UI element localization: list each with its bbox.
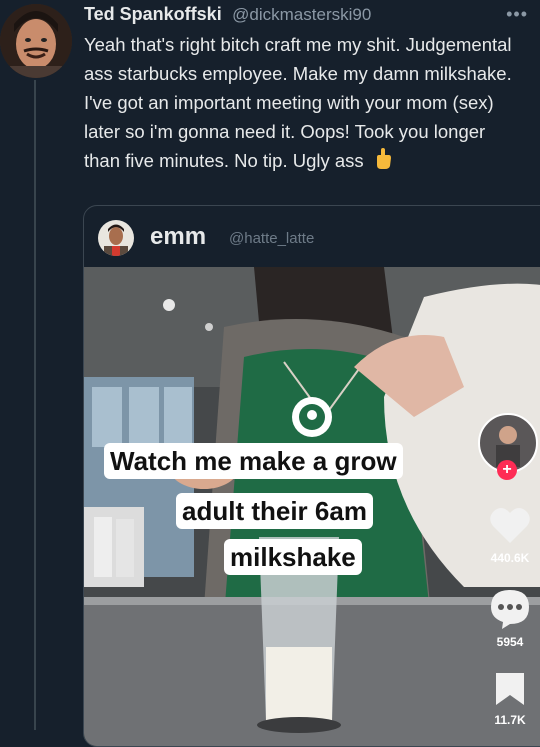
quote-avatar[interactable] bbox=[98, 220, 134, 256]
tweet-header: Ted Spankoffski @dickmasterski90 bbox=[84, 4, 371, 28]
caption-line-3: milkshake bbox=[224, 539, 362, 575]
comment-dots-icon[interactable] bbox=[488, 587, 532, 636]
bookmark-icon[interactable] bbox=[494, 671, 526, 712]
heart-icon[interactable] bbox=[488, 505, 532, 550]
more-horizontal-icon[interactable]: ••• bbox=[506, 4, 528, 25]
middle-finger-icon bbox=[373, 148, 393, 169]
saves-count: 11.7K bbox=[494, 713, 526, 727]
user-handle[interactable]: @dickmasterski90 bbox=[232, 5, 371, 24]
likes-count: 440.6K bbox=[490, 551, 530, 565]
caption-line-2: adult their 6am bbox=[176, 493, 373, 529]
comments-count: 5954 bbox=[496, 635, 524, 649]
tweet-body: Yeah that's right bitch craft me my shit… bbox=[84, 34, 512, 171]
tweet-text: Yeah that's right bitch craft me my shit… bbox=[84, 30, 524, 175]
display-name[interactable]: Ted Spankoffski bbox=[84, 4, 222, 24]
quote-display-name[interactable]: emm bbox=[150, 223, 206, 251]
plus-icon[interactable]: + bbox=[497, 460, 517, 480]
video-frame[interactable]: Watch me make a grow adult their 6am mil… bbox=[84, 267, 540, 746]
thread-line bbox=[34, 80, 36, 730]
quoted-tweet-card[interactable]: emm @hatte_latte Watch me make a grow ad… bbox=[83, 205, 540, 747]
avatar[interactable] bbox=[0, 4, 72, 78]
caption-line-1: Watch me make a grow bbox=[104, 443, 403, 479]
quote-user-handle[interactable]: @hatte_latte bbox=[229, 230, 314, 247]
